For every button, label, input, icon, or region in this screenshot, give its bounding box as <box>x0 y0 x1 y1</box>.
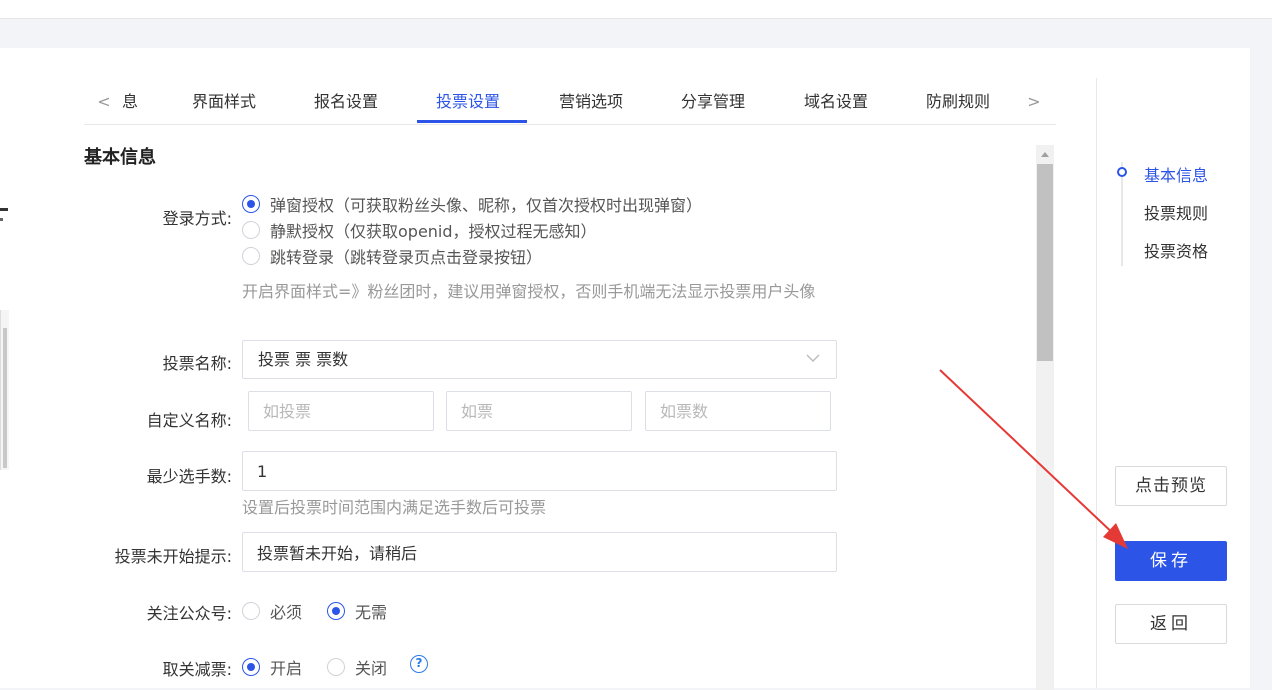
not-started-tip-input[interactable] <box>242 532 837 572</box>
tab-share-management[interactable]: 分享管理 <box>681 80 745 123</box>
custom-name-vote-input[interactable] <box>248 391 434 431</box>
custom-name-ticket-input[interactable] <box>446 391 632 431</box>
radio-checked-icon <box>242 658 260 676</box>
scrollbar-thumb[interactable] <box>1037 164 1053 361</box>
radio-unchecked-icon <box>327 658 345 676</box>
min-players-label: 最少选手数: <box>146 467 232 486</box>
right-column-divider <box>1096 78 1097 688</box>
radio-label: 静默授权（仅获取openid，授权过程无感知） <box>270 222 597 241</box>
custom-name-label: 自定义名称: <box>146 411 232 430</box>
radio-checked-icon <box>242 195 260 213</box>
min-players-input[interactable] <box>242 451 837 491</box>
radio-label: 开启 <box>270 659 303 678</box>
back-button[interactable]: 返回 <box>1115 604 1227 644</box>
tab-anti-fraud-rules[interactable]: 防刷规则 <box>926 80 990 123</box>
follow-not-required-radio[interactable]: 无需 <box>327 599 387 623</box>
unfollow-reduce-off-radio[interactable]: 关闭 <box>327 655 387 679</box>
tab-vote-settings[interactable]: 投票设置 <box>436 80 500 123</box>
anchor-vote-eligibility[interactable]: 投票资格 <box>1144 238 1208 262</box>
anchor-active-dot-icon <box>1117 167 1127 177</box>
min-players-hint: 设置后投票时间范围内满足选手数后可投票 <box>242 498 547 517</box>
follow-required-radio[interactable]: 必须 <box>242 599 302 623</box>
follow-account-label: 关注公众号: <box>146 604 232 623</box>
login-popup-radio[interactable]: 弹窗授权（可获取粉丝头像、昵称，仅首次授权时出现弹窗） <box>242 192 702 216</box>
radio-unchecked-icon <box>242 247 260 265</box>
tab-marketing-options[interactable]: 营销选项 <box>559 80 623 123</box>
radio-label: 跳转登录（跳转登录页点击登录按钮） <box>270 248 543 267</box>
radio-label: 关闭 <box>355 659 388 678</box>
radio-unchecked-icon <box>242 221 260 239</box>
active-tab-indicator <box>417 120 527 123</box>
chevron-down-icon <box>806 354 820 362</box>
top-bar <box>0 0 1272 19</box>
left-panel-scrollbar[interactable] <box>0 310 9 470</box>
radio-label: 无需 <box>355 603 388 622</box>
unfollow-reduce-on-radio[interactable]: 开启 <box>242 655 302 679</box>
scroll-up-icon[interactable] <box>1041 152 1049 157</box>
login-method-label: 登录方式: <box>162 209 232 228</box>
tab-domain-settings[interactable]: 域名设置 <box>804 80 868 123</box>
anchor-nav-track <box>1121 162 1123 266</box>
preview-button[interactable]: 点击预览 <box>1115 466 1227 506</box>
vote-name-select[interactable]: 投票 票 票数 <box>242 340 837 379</box>
radio-label: 必须 <box>270 603 303 622</box>
tab-signup-settings[interactable]: 报名设置 <box>314 80 378 123</box>
radio-unchecked-icon <box>242 602 260 620</box>
not-started-tip-label: 投票未开始提示: <box>114 547 232 566</box>
anchor-vote-rules[interactable]: 投票规则 <box>1144 200 1208 224</box>
form-scrollbar[interactable] <box>1036 145 1054 690</box>
radio-checked-icon <box>327 602 345 620</box>
login-silent-radio[interactable]: 静默授权（仅获取openid，授权过程无感知） <box>242 218 597 242</box>
unfollow-reduce-label: 取关减票: <box>162 660 232 679</box>
login-redirect-radio[interactable]: 跳转登录（跳转登录页点击登录按钮） <box>242 244 542 268</box>
custom-name-count-input[interactable] <box>645 391 831 431</box>
vote-name-label: 投票名称: <box>162 354 232 373</box>
vote-name-selected-value: 投票 票 票数 <box>258 350 349 369</box>
section-title: 基本信息 <box>84 147 156 168</box>
radio-label: 弹窗授权（可获取粉丝头像、昵称，仅首次授权时出现弹窗） <box>270 196 703 215</box>
anchor-basic-info[interactable]: 基本信息 <box>1144 162 1208 186</box>
tabs-next-button[interactable]: > <box>1022 80 1046 123</box>
settings-tabs: < 息 界面样式 报名设置 投票设置 营销选项 分享管理 域名设置 防刷规则 > <box>84 80 1056 125</box>
save-button[interactable]: 保存 <box>1115 541 1227 581</box>
login-method-hint: 开启界面样式=》粉丝团时，建议用弹窗授权，否则手机端无法显示投票用户头像 <box>242 282 816 301</box>
tab-basic-info[interactable]: 息 <box>122 80 138 123</box>
question-circle-icon[interactable]: ? <box>410 655 428 673</box>
tab-interface-style[interactable]: 界面样式 <box>192 80 256 123</box>
tabs-prev-button[interactable]: < <box>92 80 116 123</box>
